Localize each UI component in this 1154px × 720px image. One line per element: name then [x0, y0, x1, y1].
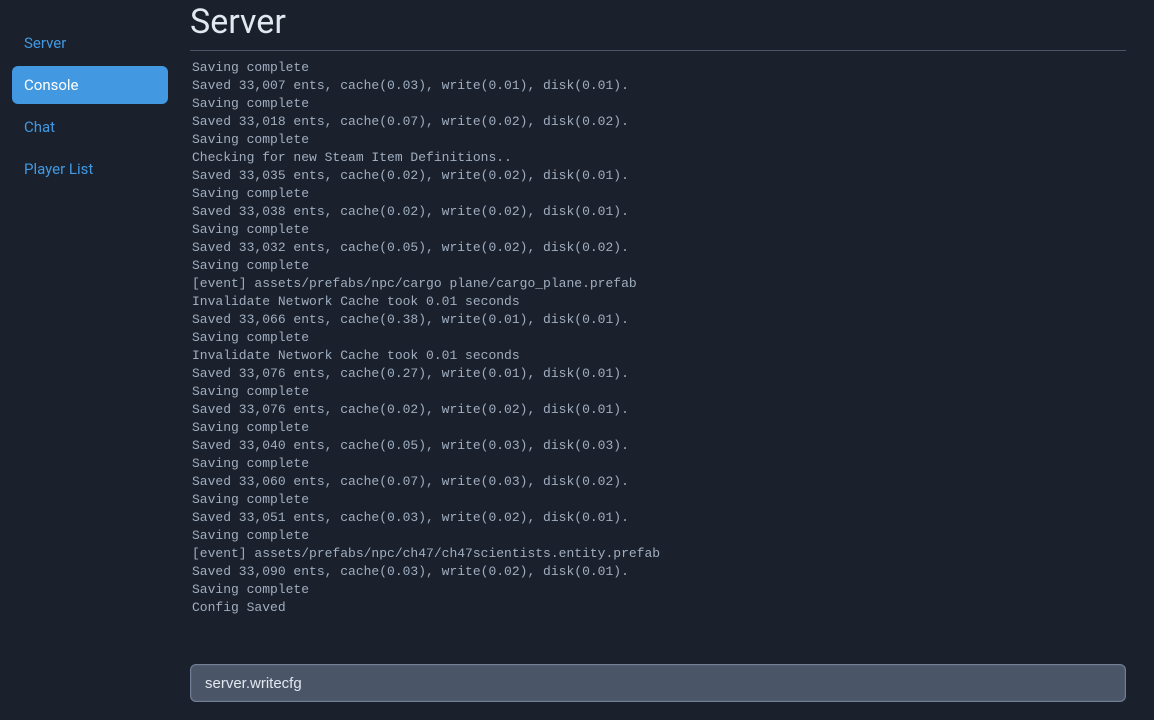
sidebar-item-label: Console — [24, 76, 79, 94]
sidebar-item-label: Server — [24, 34, 66, 52]
title-divider — [190, 50, 1126, 51]
sidebar-item-label: Player List — [24, 160, 93, 178]
sidebar-item-chat[interactable]: Chat — [12, 108, 168, 146]
console-panel: Saving complete Saved 33,007 ents, cache… — [190, 57, 1126, 702]
sidebar: Server Console Chat Player List — [0, 0, 180, 720]
page-title: Server — [190, 0, 1126, 50]
sidebar-item-console[interactable]: Console — [12, 66, 168, 104]
app-root: Server Console Chat Player List Server S… — [0, 0, 1154, 720]
sidebar-nav: Server Console Chat Player List — [12, 24, 168, 192]
console-output[interactable]: Saving complete Saved 33,007 ents, cache… — [190, 57, 1126, 650]
sidebar-item-server[interactable]: Server — [12, 24, 168, 62]
sidebar-item-playerlist[interactable]: Player List — [12, 150, 168, 188]
sidebar-item-label: Chat — [24, 118, 55, 136]
command-input[interactable] — [190, 664, 1126, 702]
main-content: Server Saving complete Saved 33,007 ents… — [180, 0, 1154, 720]
